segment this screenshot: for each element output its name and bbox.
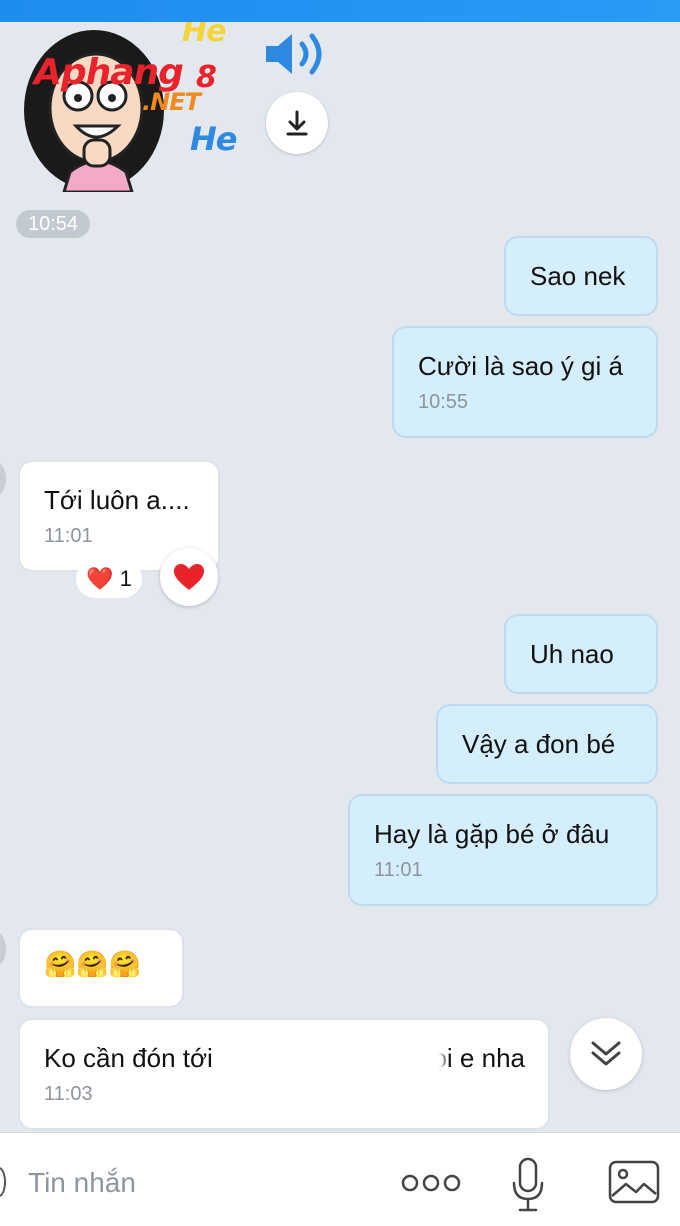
add-reaction-button[interactable] (160, 548, 218, 606)
speaker-icon[interactable] (262, 28, 332, 80)
sticker-brand-text: Aphang (34, 52, 184, 93)
sender-avatar[interactable] (0, 462, 6, 496)
message-input[interactable] (28, 1163, 368, 1203)
message-bubble-outgoing[interactable]: Vậy a đon bé (436, 704, 658, 784)
message-composer (0, 1132, 680, 1226)
message-text: Hay là gặp bé ở đâu (374, 819, 610, 849)
voice-record-button[interactable] (508, 1155, 548, 1215)
more-dots-icon (401, 1174, 461, 1192)
chat-area[interactable]: Aphang 8 .NET He He 10:54 Sao nek Cười l… (0, 22, 680, 1132)
reaction-count: 1 (119, 566, 132, 591)
message-bubble-outgoing[interactable]: Sao nek (504, 236, 658, 316)
scroll-to-bottom-button[interactable] (570, 1018, 642, 1090)
download-button[interactable] (266, 92, 328, 154)
sticker-brand-suffix: .NET (142, 88, 201, 116)
message-bubble-outgoing[interactable]: Cười là sao ý gi á 10:55 (392, 326, 658, 438)
message-bubble-incoming[interactable]: 🤗🤗🤗 (18, 928, 184, 1008)
message-text: 🤗🤗🤗 (44, 949, 142, 979)
message-text: Sao nek (530, 261, 626, 291)
more-options-button[interactable] (400, 1163, 462, 1203)
message-bubble-incoming[interactable]: Ko cần đón tới gọi e nha 11:03 (18, 1018, 550, 1130)
message-bubble-outgoing[interactable]: Hay là gặp bé ở đâu 11:01 (348, 794, 658, 906)
sticker-laugh-bottom: He (190, 120, 237, 158)
status-bar (0, 0, 680, 22)
message-text: Cười là sao ý gi á (418, 351, 623, 381)
sticker-image[interactable]: Aphang 8 .NET He He (14, 22, 244, 192)
sticker-laugh-top: He (182, 22, 226, 49)
send-image-button[interactable] (606, 1157, 662, 1207)
message-time: 10:55 (418, 391, 469, 413)
message-time: 11:01 (44, 525, 93, 547)
download-icon (286, 110, 308, 136)
message-text: Tới luôn a.... (44, 485, 190, 515)
microphone-icon (512, 1157, 544, 1212)
message-time: 11:01 (374, 859, 423, 881)
sender-avatar[interactable] (0, 932, 6, 966)
message-text-start: Ko cần đón tới (44, 1043, 213, 1073)
redaction-mark (245, 1034, 445, 1090)
message-text: Uh nao (530, 639, 614, 669)
heart-icon (174, 564, 204, 590)
image-icon (608, 1160, 660, 1204)
reaction-summary[interactable]: ❤️ 1 (76, 560, 142, 598)
reaction-emoji: ❤️ (86, 566, 114, 591)
timestamp-divider: 10:54 (16, 210, 90, 238)
emoji-icon[interactable] (0, 1167, 6, 1197)
message-bubble-outgoing[interactable]: Uh nao (504, 614, 658, 694)
double-chevron-down-icon (591, 1041, 621, 1066)
message-text: Vậy a đon bé (462, 729, 616, 759)
